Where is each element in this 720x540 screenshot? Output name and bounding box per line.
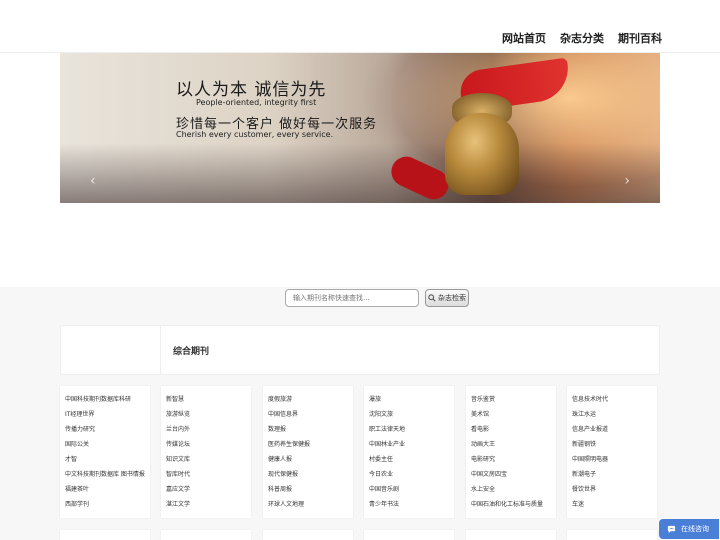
journal-link[interactable]: 知识文库: [166, 454, 190, 463]
chat-label: 在线咨询: [681, 525, 709, 533]
journal-link[interactable]: 医药养生保健报: [268, 439, 310, 448]
journal-column: 新智慧旅游纵览兰台内外传媒论坛知识文库智库时代嘉应文学湛江文学: [161, 386, 251, 518]
journal-columns: 中国科技期刊数据库科研 IT经理世界 传播力研究国际公关才智中文科技期刊数据库 图书…: [60, 386, 660, 518]
journal-link[interactable]: 中国音乐剧: [369, 484, 399, 493]
journal-link[interactable]: 新疆钢铁: [572, 439, 596, 448]
journal-link[interactable]: 青少年书法: [369, 499, 399, 508]
journal-link[interactable]: 音乐鉴赏: [471, 394, 495, 403]
nav-home[interactable]: 网站首页: [502, 30, 546, 46]
journal-link[interactable]: 水上安全: [471, 484, 495, 493]
journal-column-next: [263, 530, 353, 540]
journal-column: 音乐鉴赏美术馆看电影动画大王电影研究中国文房四宝 水上安全中国石油和化工标准与质量: [466, 386, 556, 518]
journal-link[interactable]: 中国林业产业: [369, 439, 405, 448]
journal-link[interactable]: 传媒论坛: [166, 439, 190, 448]
journal-link[interactable]: 现代保健报: [268, 469, 298, 478]
journal-link[interactable]: 中国科技期刊数据库科研: [65, 394, 131, 403]
journal-column-next: [364, 530, 454, 540]
category-panel: 综合期刊: [60, 325, 660, 375]
journal-link[interactable]: 科普周报: [268, 484, 292, 493]
online-consult-button[interactable]: 在线咨询: [659, 519, 719, 539]
journal-link[interactable]: 智库时代: [166, 469, 190, 478]
journal-link[interactable]: 信息产业报道: [572, 424, 608, 433]
journal-column: 瀑旅沈阳文旅职工法律天地 中国林业产业 村委主任今日农业中国音乐剧青少年书法: [364, 386, 454, 518]
journal-link[interactable]: 环球人文地理: [268, 499, 304, 508]
journal-column: 中国科技期刊数据库科研 IT经理世界 传播力研究国际公关才智中文科技期刊数据库 图书…: [60, 386, 150, 518]
banner-prev-arrow-icon[interactable]: ‹: [90, 173, 96, 189]
journal-columns-next-row: [60, 530, 660, 540]
search-input[interactable]: [285, 289, 419, 307]
journal-link[interactable]: 中国石油和化工标准与质量: [471, 499, 543, 508]
nav-encyclopedia[interactable]: 期刊百科: [618, 30, 662, 46]
journal-link[interactable]: 电影研究: [471, 454, 495, 463]
journal-link[interactable]: 湛江文学: [166, 499, 190, 508]
banner-mountains: [60, 143, 660, 203]
journal-column: 度假旅游中国信息界数理报医药养生保健报 健康人报现代保健报科普周报环球人文地理: [263, 386, 353, 518]
journal-link[interactable]: 中文科技期刊数据库 图书情报: [65, 469, 145, 478]
journal-link[interactable]: 传播力研究: [65, 424, 95, 433]
journal-link[interactable]: 中国文房四宝: [471, 469, 507, 478]
journal-link[interactable]: 沈阳文旅: [369, 409, 393, 418]
journal-link[interactable]: 信息技术时代: [572, 394, 608, 403]
category-panel-icon-area: [61, 326, 161, 374]
journal-link[interactable]: 国际公关: [65, 439, 89, 448]
banner-slogan-en-1: People-oriented, integrity first: [196, 98, 317, 107]
journal-link[interactable]: 珠江水运: [572, 409, 596, 418]
chat-bubble-icon: [667, 525, 676, 533]
journal-link[interactable]: 车迷: [572, 499, 584, 508]
journal-link[interactable]: 美术馆: [471, 409, 489, 418]
journal-link[interactable]: 兰台内外: [166, 424, 190, 433]
bronze-cauldron-image: [445, 113, 519, 195]
journal-column-next: [567, 530, 657, 540]
journal-link[interactable]: 旅游纵览: [166, 409, 190, 418]
nav-categories[interactable]: 杂志分类: [560, 30, 604, 46]
journal-link[interactable]: 福建茶叶: [65, 484, 89, 493]
journal-link[interactable]: 看电影: [471, 424, 489, 433]
journal-link[interactable]: 新智慧: [166, 394, 184, 403]
main-nav: 网站首页 杂志分类 期刊百科: [502, 30, 662, 46]
banner-slogan-en-2: Cherish every customer, every service.: [176, 130, 334, 139]
section-title: 综合期刊: [173, 347, 210, 357]
journal-link[interactable]: 健康人报: [268, 454, 292, 463]
journal-link[interactable]: 中国照明电器: [572, 454, 608, 463]
journal-column: 信息技术时代 珠江水运信息产业报道 新疆钢铁中国照明电器 新潮电子餐饮世界车迷: [567, 386, 657, 518]
search-icon: [428, 294, 436, 302]
journal-link[interactable]: 中国信息界: [268, 409, 298, 418]
journal-link[interactable]: 嘉应文学: [166, 484, 190, 493]
banner-slogan-cn-1: 以人为本 诚信为先: [176, 80, 327, 100]
search-button-label: 杂志检索: [438, 294, 466, 302]
journal-link[interactable]: 瀑旅: [369, 394, 381, 403]
journal-link[interactable]: 数理报: [268, 424, 286, 433]
search-button[interactable]: 杂志检索: [425, 289, 469, 307]
journal-link[interactable]: 村委主任: [369, 454, 393, 463]
journal-link[interactable]: 才智: [65, 454, 77, 463]
journal-link[interactable]: 餐饮世界: [572, 484, 596, 493]
journal-link[interactable]: 动画大王: [471, 439, 495, 448]
banner-next-arrow-icon[interactable]: ›: [624, 173, 630, 189]
journal-link[interactable]: 新潮电子: [572, 469, 596, 478]
journal-link[interactable]: 职工法律天地: [369, 424, 405, 433]
journal-column-next: [60, 530, 150, 540]
journal-link[interactable]: 度假旅游: [268, 394, 292, 403]
journal-link[interactable]: IT经理世界: [65, 409, 94, 418]
journal-link[interactable]: 西部学刊: [65, 499, 89, 508]
journal-column-next: [466, 530, 556, 540]
hero-banner: 以人为本 诚信为先 People-oriented, integrity fir…: [60, 53, 660, 203]
journal-column-next: [161, 530, 251, 540]
top-bar: 网站首页 杂志分类 期刊百科: [0, 0, 720, 53]
journal-link[interactable]: 今日农业: [369, 469, 393, 478]
